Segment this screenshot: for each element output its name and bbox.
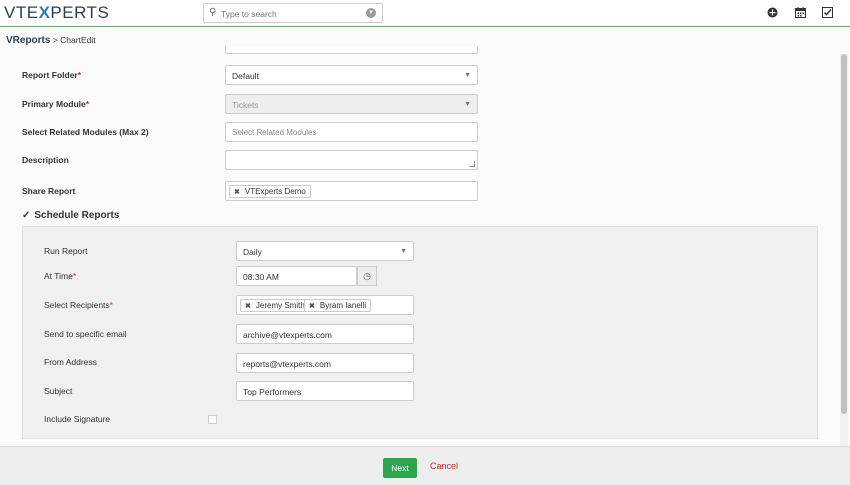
remove-tag-icon[interactable]: ✖	[245, 303, 251, 310]
include-signature-label: Include Signature	[44, 414, 111, 424]
chevron-down-icon: ▼	[464, 72, 471, 79]
subject-label: Subject	[44, 386, 73, 396]
search-icon: ⚲	[209, 7, 217, 18]
global-search-input[interactable]: ⚲ Type to search ▾	[203, 3, 383, 23]
recipients-label: Select Recipients*	[44, 300, 113, 310]
recipients-select[interactable]: ✖ Jeremy Smith ✖ Byram Ianelli	[236, 295, 414, 315]
resize-handle-icon[interactable]	[469, 161, 475, 167]
chevron-down-icon: ▼	[400, 248, 407, 255]
recipient-tag: ✖ Jeremy Smith	[240, 299, 310, 312]
clock-icon[interactable]: ◷	[357, 266, 377, 286]
report-folder-value: Default	[232, 71, 259, 81]
primary-module-select: Tickets ▼	[225, 94, 478, 114]
chevron-down-icon: ▼	[464, 101, 471, 108]
from-address-label: From Address	[44, 357, 97, 367]
at-time-label: At Time*	[44, 271, 77, 281]
vertical-scrollbar[interactable]	[840, 54, 848, 446]
specific-email-input[interactable]: archive@vtexperts.com	[236, 324, 414, 344]
logo-text-post: PERTS	[50, 3, 110, 22]
plus-circle-icon[interactable]	[767, 7, 778, 21]
logo-text-x: X	[38, 3, 51, 22]
run-report-select[interactable]: Daily ▼	[236, 241, 414, 261]
calendar-icon[interactable]	[795, 7, 806, 21]
schedule-panel	[22, 226, 818, 439]
include-signature-checkbox[interactable]	[208, 415, 217, 424]
subject-input[interactable]: Top Performers	[236, 381, 414, 401]
related-modules-label: Select Related Modules (Max 2)	[22, 127, 149, 137]
from-address-input[interactable]: reports@vtexperts.com	[236, 353, 414, 373]
at-time-input[interactable]: 08:30 AM	[236, 266, 357, 286]
search-options-icon[interactable]: ▾	[366, 8, 376, 18]
tasks-icon[interactable]	[822, 7, 833, 21]
description-label: Description	[22, 155, 69, 165]
scrollbar-thumb[interactable]	[841, 54, 847, 414]
scrolled-field-stub[interactable]	[225, 46, 478, 54]
share-report-select[interactable]: ✖ VTExperts Demo	[225, 181, 478, 201]
breadcrumb-page: ChartEdit	[60, 35, 96, 45]
run-report-value: Daily	[243, 247, 262, 257]
primary-module-value: Tickets	[232, 100, 259, 110]
breadcrumb: VReports > ChartEdit	[6, 35, 96, 46]
at-time-value: 08:30 AM	[243, 272, 279, 282]
breadcrumb-separator: >	[52, 35, 58, 45]
recipient-tag: ✖ Byram Ianelli	[304, 299, 372, 312]
subject-value: Top Performers	[243, 387, 302, 397]
related-modules-select[interactable]: Select Related Modules	[225, 122, 478, 142]
report-folder-label: Report Folder*	[22, 70, 82, 80]
remove-tag-icon[interactable]: ✖	[234, 189, 240, 196]
share-report-label: Share Report	[22, 186, 76, 196]
vtexperts-logo[interactable]: VTEXPERTS	[4, 4, 109, 22]
top-navbar: VTEXPERTS ⚲ Type to search ▾	[0, 0, 850, 27]
description-textarea[interactable]	[225, 150, 478, 170]
run-report-label: Run Report	[44, 246, 88, 256]
share-tag: ✖ VTExperts Demo	[229, 185, 311, 198]
specific-email-value: archive@vtexperts.com	[243, 330, 332, 340]
remove-tag-icon[interactable]: ✖	[309, 303, 315, 310]
search-placeholder: Type to search	[221, 9, 277, 19]
schedule-reports-toggle[interactable]: ✓ Schedule Reports	[22, 210, 119, 221]
primary-module-label: Primary Module*	[22, 99, 90, 109]
related-modules-placeholder: Select Related Modules	[232, 128, 317, 137]
from-address-value: reports@vtexperts.com	[243, 359, 331, 369]
specific-email-label: Send to specific email	[44, 329, 127, 339]
form-footer: Next Cancel	[0, 446, 850, 485]
checkmark-icon: ✓	[22, 210, 31, 221]
breadcrumb-module-link[interactable]: VReports	[6, 35, 50, 46]
next-button[interactable]: Next	[383, 458, 417, 478]
logo-text-pre: VTE	[4, 3, 39, 22]
cancel-link[interactable]: Cancel	[430, 461, 458, 471]
report-folder-select[interactable]: Default ▼	[225, 65, 478, 85]
